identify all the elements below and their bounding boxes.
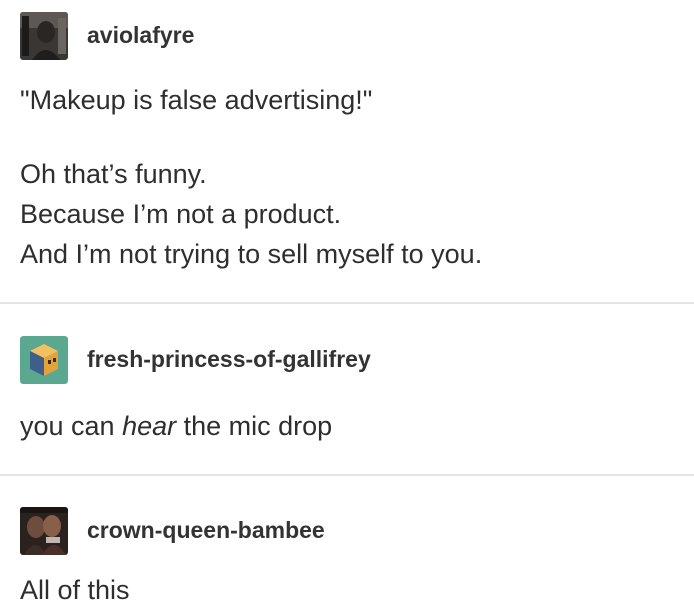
couple-photo-avatar-icon <box>20 507 68 555</box>
cube-avatar-icon <box>20 336 68 384</box>
response-line-3: And I’m not trying to sell myself to you… <box>20 239 483 269</box>
username-fresh-princess-of-gallifrey[interactable]: fresh-princess-of-gallifrey <box>87 346 371 373</box>
post-fresh-princess-of-gallifrey: fresh-princess-of-gallifrey you can hear… <box>0 304 694 476</box>
post-text: you can hear the mic drop <box>20 406 332 446</box>
text-before: you can <box>20 411 123 441</box>
post-crown-queen-bambee: crown-queen-bambee All of this <box>0 476 694 613</box>
avatar-fresh-princess-of-gallifrey[interactable] <box>20 336 68 384</box>
text-emphasis: hear <box>122 411 177 441</box>
dark-portrait-avatar-icon <box>20 12 68 60</box>
post-text: All of this <box>20 575 130 605</box>
post-text-response: Oh that’s funny. Because I’m not a produ… <box>20 154 482 274</box>
response-line-2: Because I’m not a product. <box>20 199 342 229</box>
text-after: the mic drop <box>176 411 333 441</box>
quote-line: "Makeup is false advertising!" <box>20 85 373 115</box>
avatar-crown-queen-bambee[interactable] <box>20 507 68 555</box>
response-line-1: Oh that’s funny. <box>20 159 207 189</box>
username-aviolafyre[interactable]: aviolafyre <box>87 22 194 49</box>
username-crown-queen-bambee[interactable]: crown-queen-bambee <box>87 517 325 544</box>
post-text-quote: "Makeup is false advertising!" <box>20 80 372 120</box>
post-aviolafyre: aviolafyre "Makeup is false advertising!… <box>0 0 694 304</box>
avatar-aviolafyre[interactable] <box>20 12 68 60</box>
